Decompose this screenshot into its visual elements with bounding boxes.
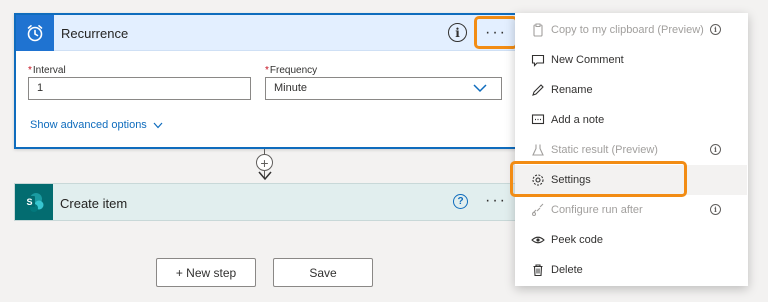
clipboard-icon — [533, 23, 543, 37]
frequency-label: *Frequency — [265, 65, 318, 76]
chevron-down-icon — [473, 84, 487, 93]
create-item-title: Create item — [60, 196, 128, 211]
frequency-dropdown[interactable]: Minute — [265, 77, 502, 100]
trash-icon — [533, 264, 543, 277]
alarm-clock-icon — [16, 15, 54, 51]
help-icon[interactable]: ? — [453, 194, 468, 209]
more-options-button[interactable]: ··· — [474, 16, 518, 49]
sharepoint-icon: S — [15, 184, 53, 220]
recurrence-title: Recurrence — [61, 26, 129, 41]
svg-text:S: S — [26, 197, 32, 207]
menu-item-new-comment[interactable]: New Comment — [515, 45, 748, 75]
more-options-button[interactable]: ··· — [485, 192, 507, 210]
info-icon: i — [710, 24, 721, 35]
info-icon: i — [710, 144, 721, 155]
chevron-down-icon — [153, 122, 163, 128]
menu-item-configure-run-after[interactable]: Configure run after i — [515, 195, 748, 225]
insert-step-button[interactable]: + — [256, 154, 273, 171]
menu-item-add-note[interactable]: Add a note — [515, 105, 748, 135]
eye-icon — [531, 236, 545, 244]
menu-item-rename[interactable]: Rename — [515, 75, 748, 105]
comment-icon — [531, 54, 545, 67]
create-item-card[interactable]: S Create item ? ··· — [14, 183, 517, 221]
show-advanced-options-link[interactable]: Show advanced options — [30, 119, 163, 131]
recurrence-header[interactable]: Recurrence i ··· — [16, 15, 518, 51]
interval-label: *Interval — [28, 65, 66, 76]
menu-item-copy-clipboard[interactable]: Copy to my clipboard (Preview) i — [515, 15, 748, 45]
link-icon — [532, 203, 544, 216]
recurrence-card[interactable]: Recurrence i ··· *Interval 1 *Frequency … — [14, 13, 518, 149]
pencil-icon — [532, 84, 544, 96]
note-icon — [531, 114, 545, 125]
settings-highlight — [510, 161, 687, 197]
menu-item-delete[interactable]: Delete — [515, 255, 748, 285]
flask-icon — [532, 144, 544, 156]
info-icon: i — [710, 204, 721, 215]
menu-item-peek-code[interactable]: Peek code — [515, 225, 748, 255]
info-icon[interactable]: i — [448, 23, 467, 42]
arrow-down-icon — [258, 171, 272, 181]
interval-input[interactable]: 1 — [28, 77, 251, 100]
new-step-button[interactable]: + New step — [156, 258, 256, 287]
context-menu: Copy to my clipboard (Preview) i New Com… — [515, 13, 748, 286]
save-button[interactable]: Save — [273, 258, 373, 287]
